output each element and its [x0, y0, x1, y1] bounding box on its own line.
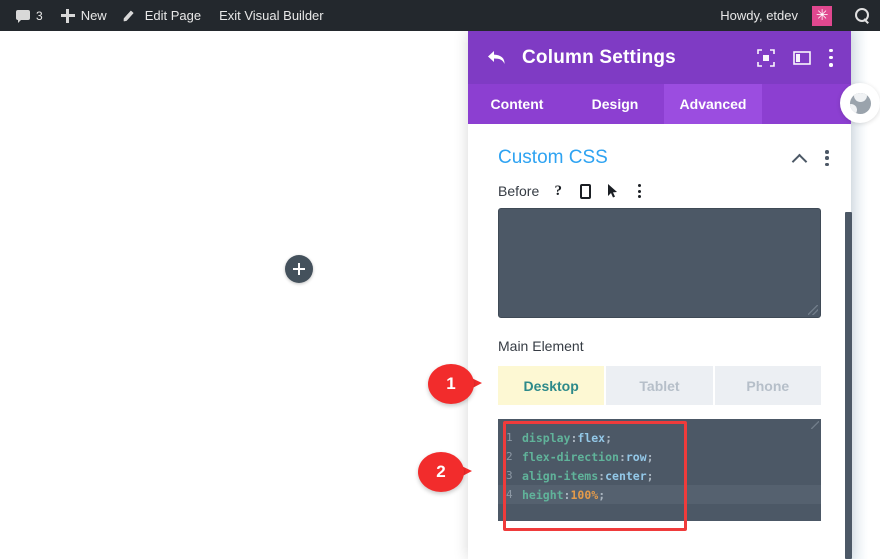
page-title: Column Settings	[522, 47, 676, 69]
plus-icon	[61, 9, 75, 23]
css-value: flex	[577, 431, 605, 445]
adminbar-edit-page[interactable]: Edit Page	[116, 0, 210, 31]
css-terminator: ;	[647, 450, 654, 464]
css-separator: :	[570, 431, 577, 445]
back-arrow-icon[interactable]	[486, 48, 508, 68]
section-title: Custom CSS	[498, 147, 608, 169]
annotation-number: 2	[418, 452, 464, 492]
avatar: ✳	[812, 6, 832, 26]
panel-header: Column Settings	[468, 31, 851, 84]
split-view-icon[interactable]	[793, 49, 811, 67]
globe-icon[interactable]	[840, 83, 880, 123]
code-line: 3 align-items : center ;	[498, 466, 821, 485]
before-field-label-row: Before ?	[468, 169, 851, 208]
css-property: flex-direction	[522, 450, 619, 464]
tab-advanced[interactable]: Advanced	[664, 84, 762, 124]
css-terminator: ;	[647, 469, 654, 483]
css-property: height	[522, 488, 564, 502]
css-separator: :	[619, 450, 626, 464]
panel-tabs: Content Design Advanced	[468, 84, 851, 124]
kebab-menu-icon[interactable]	[825, 150, 829, 166]
device-toggle: Desktop Tablet Phone	[498, 366, 821, 405]
code-line: 2 flex-direction : row ;	[498, 447, 821, 466]
mobile-icon[interactable]	[577, 183, 593, 199]
kebab-menu-icon[interactable]	[631, 183, 647, 199]
css-property: align-items	[522, 469, 598, 483]
line-number: 4	[506, 488, 522, 501]
line-number: 1	[506, 431, 522, 444]
css-terminator: ;	[605, 431, 612, 445]
annotation-number: 1	[428, 364, 474, 404]
css-value: 100%	[570, 488, 598, 502]
adminbar-exit-label: Exit Visual Builder	[219, 8, 324, 23]
adminbar-edit-label: Edit Page	[145, 8, 201, 23]
code-line: 4 height : 100% ;	[498, 485, 821, 504]
kebab-menu-icon[interactable]	[829, 49, 833, 67]
chevron-up-icon[interactable]	[793, 151, 807, 165]
adminbar-account[interactable]: Howdy, etdev ✳	[711, 0, 841, 31]
adminbar-exit-visual-builder[interactable]: Exit Visual Builder	[210, 0, 333, 31]
css-separator: :	[564, 488, 571, 502]
cursor-icon[interactable]	[604, 183, 620, 199]
css-code-editor[interactable]: 1 display : flex ; 2 flex-direction : ro…	[498, 419, 821, 521]
pencil-icon	[125, 9, 139, 23]
column-settings-panel: Column Settings Content Design Advanced	[468, 31, 851, 559]
help-icon[interactable]: ?	[550, 183, 566, 199]
css-value: center	[605, 469, 647, 483]
annotation-pin-2: 2	[418, 452, 480, 492]
adminbar-new[interactable]: New	[52, 0, 116, 31]
tab-content[interactable]: Content	[468, 84, 566, 124]
device-tab-desktop[interactable]: Desktop	[498, 366, 606, 405]
adminbar-comments[interactable]: 3	[0, 0, 52, 31]
device-tab-tablet[interactable]: Tablet	[606, 366, 714, 405]
device-tab-phone[interactable]: Phone	[715, 366, 821, 405]
tab-design[interactable]: Design	[566, 84, 664, 124]
panel-body: Custom CSS Before ? Main Element Desktop	[468, 124, 851, 559]
css-value: row	[626, 450, 647, 464]
css-separator: :	[598, 469, 605, 483]
plus-icon	[293, 263, 305, 275]
css-terminator: ;	[598, 488, 605, 502]
line-number: 2	[506, 450, 522, 463]
code-line: 1 display : flex ;	[498, 428, 821, 447]
comment-icon	[16, 10, 30, 22]
before-css-textarea[interactable]	[498, 208, 821, 318]
wp-admin-bar: 3 New Edit Page Exit Visual Builder Howd…	[0, 0, 880, 31]
search-icon[interactable]	[855, 8, 870, 23]
css-property: display	[522, 431, 570, 445]
comment-count: 3	[36, 9, 43, 23]
line-number: 3	[506, 469, 522, 482]
add-module-button[interactable]	[285, 255, 313, 283]
adminbar-new-label: New	[81, 8, 107, 23]
custom-css-section-header: Custom CSS	[468, 124, 851, 169]
panel-scrollbar[interactable]	[845, 212, 852, 559]
focus-frame-icon[interactable]	[757, 49, 775, 67]
annotation-pin-1: 1	[428, 364, 490, 404]
code-editor-resize-handle[interactable]	[811, 421, 819, 429]
before-field-label: Before	[498, 183, 539, 199]
howdy-label: Howdy, etdev	[720, 8, 798, 23]
main-element-label: Main Element	[468, 318, 851, 366]
